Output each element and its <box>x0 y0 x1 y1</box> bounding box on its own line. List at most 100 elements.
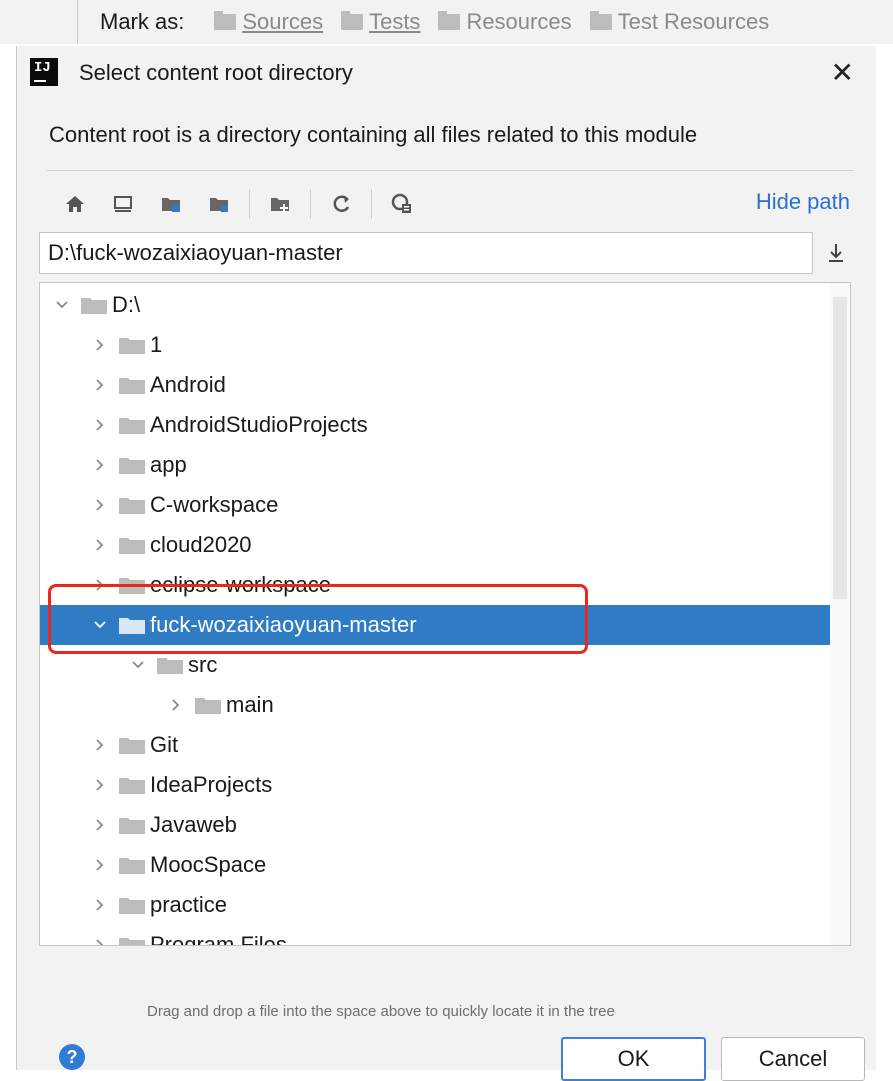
project-folder-button[interactable] <box>151 184 191 224</box>
tree-row-label: C-workspace <box>150 492 279 517</box>
folder-icon <box>119 418 145 434</box>
tree-row[interactable]: cloud2020 <box>40 525 830 565</box>
download-button[interactable] <box>821 238 851 268</box>
tree-row[interactable]: app <box>40 445 830 485</box>
tests-folder-icon <box>341 11 364 30</box>
folder-icon <box>119 338 145 354</box>
toolbar-separator <box>310 189 311 219</box>
chevron-right-icon[interactable] <box>92 897 108 913</box>
folder-icon <box>195 698 221 714</box>
path-input[interactable] <box>39 232 813 274</box>
mark-test-resources-button[interactable]: Test Resources <box>589 9 770 35</box>
dialog-title: Select content root directory <box>79 60 353 85</box>
tree-row-label: AndroidStudioProjects <box>150 412 368 437</box>
test-resources-folder-icon <box>589 11 612 30</box>
toolbar-separator <box>371 189 372 219</box>
tree-row[interactable]: fuck-wozaixiaoyuan-master <box>40 605 830 645</box>
tree-row-label: app <box>150 452 187 477</box>
download-icon <box>829 244 843 262</box>
mark-sources-button[interactable]: Sources <box>214 9 323 35</box>
tree-row-label: Program Files <box>150 932 287 946</box>
hide-path-link[interactable]: Hide path <box>756 189 850 215</box>
tree-row[interactable]: Javaweb <box>40 805 830 845</box>
file-chooser-toolbar <box>55 184 430 224</box>
tree-row[interactable]: D:\ <box>40 285 830 325</box>
tree-row[interactable]: Git <box>40 725 830 765</box>
show-hidden-button[interactable] <box>382 184 422 224</box>
tree-row-label: IdeaProjects <box>150 772 273 797</box>
chevron-down-icon[interactable] <box>92 617 108 633</box>
chevron-right-icon[interactable] <box>92 417 108 433</box>
mark-resources-button[interactable]: Resources <box>438 9 572 35</box>
home-button[interactable] <box>55 184 95 224</box>
folder-icon <box>157 658 183 674</box>
select-content-root-dialog: IJ Select content root directory ✕ Conte… <box>16 46 876 1081</box>
tree-row[interactable]: C-workspace <box>40 485 830 525</box>
folder-icon <box>119 498 145 514</box>
folder-icon <box>119 858 145 874</box>
scrollbar-thumb[interactable] <box>833 297 847 599</box>
tree-scrollbar[interactable] <box>830 283 850 945</box>
tree-row-label: Git <box>150 732 179 757</box>
tree-row[interactable]: IdeaProjects <box>40 765 830 805</box>
home-icon <box>66 196 84 212</box>
folder-icon <box>119 818 145 834</box>
mark-sources-label: Sources <box>242 9 324 34</box>
tree-row-label: Android <box>150 372 226 397</box>
chevron-right-icon[interactable] <box>168 697 184 713</box>
tree-row-label: 1 <box>150 332 163 357</box>
dialog-titlebar: IJ Select content root directory ✕ <box>17 46 876 104</box>
close-button[interactable]: ✕ <box>831 56 854 89</box>
mark-resources-label: Resources <box>466 9 572 34</box>
mark-test-resources-label: Test Resources <box>617 9 770 34</box>
help-button[interactable]: ? <box>59 1044 85 1070</box>
directory-tree[interactable]: D:\ 1 Android AndroidStudioProjects app C-wor… <box>39 282 851 946</box>
chevron-down-icon[interactable] <box>54 297 70 313</box>
chevron-right-icon[interactable] <box>92 377 108 393</box>
background-toolbar: Mark as: Sources Tests Resources Test Re… <box>0 0 893 44</box>
chevron-right-icon[interactable] <box>92 817 108 833</box>
new-folder-button[interactable] <box>260 184 300 224</box>
tree-row[interactable]: src <box>40 645 830 685</box>
refresh-icon <box>333 195 350 212</box>
chevron-right-icon[interactable] <box>92 577 108 593</box>
chevron-right-icon[interactable] <box>92 337 108 353</box>
tree-row[interactable]: main <box>40 685 830 725</box>
tree-row[interactable]: Android <box>40 365 830 405</box>
tree-row[interactable]: eclipse-workspace <box>40 565 830 605</box>
cancel-button[interactable]: Cancel <box>721 1037 865 1081</box>
chevron-down-icon[interactable] <box>130 657 146 673</box>
tree-row-label: practice <box>150 892 228 917</box>
ok-button[interactable]: OK <box>561 1037 706 1081</box>
chevron-right-icon[interactable] <box>92 497 108 513</box>
mark-as-bar: Mark as: Sources Tests Resources Test Re… <box>100 0 769 44</box>
chevron-right-icon[interactable] <box>92 457 108 473</box>
folder-icon <box>119 778 145 794</box>
module-folder-icon <box>210 198 228 212</box>
tree-row[interactable]: 1 <box>40 325 830 365</box>
intellij-app-icon: IJ <box>30 58 58 86</box>
tree-row-label: MoocSpace <box>150 852 267 877</box>
chevron-right-icon[interactable] <box>92 537 108 553</box>
project-folder-icon <box>162 198 180 212</box>
drag-drop-hint: Drag and drop a file into the space abov… <box>147 1003 615 1020</box>
tree-row[interactable]: AndroidStudioProjects <box>40 405 830 445</box>
folder-icon <box>119 538 145 554</box>
module-folder-button[interactable] <box>199 184 239 224</box>
chevron-right-icon[interactable] <box>92 937 108 946</box>
folder-icon <box>119 578 145 594</box>
chevron-right-icon[interactable] <box>92 777 108 793</box>
folder-icon <box>119 458 145 474</box>
resources-folder-icon <box>438 11 461 30</box>
desktop-button[interactable] <box>103 184 143 224</box>
tree-row[interactable]: practice <box>40 885 830 925</box>
tree-row[interactable]: Program Files <box>40 925 830 946</box>
dialog-description: Content root is a directory containing a… <box>49 122 698 147</box>
refresh-button[interactable] <box>321 184 361 224</box>
mark-tests-button[interactable]: Tests <box>341 9 420 35</box>
chevron-right-icon[interactable] <box>92 857 108 873</box>
folder-icon <box>119 738 145 754</box>
folder-icon <box>119 618 145 634</box>
tree-row[interactable]: MoocSpace <box>40 845 830 885</box>
chevron-right-icon[interactable] <box>92 737 108 753</box>
